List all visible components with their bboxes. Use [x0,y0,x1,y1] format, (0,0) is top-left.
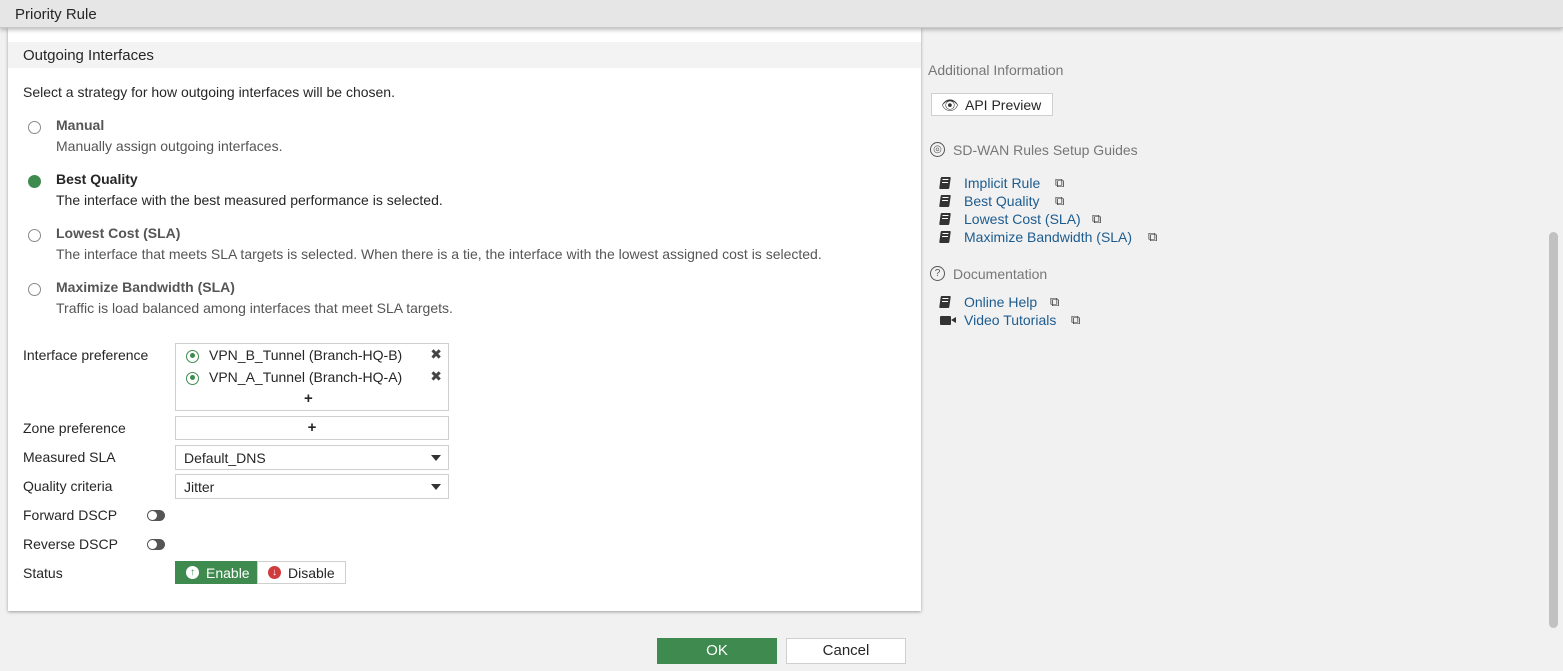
guide-link-text[interactable]: Lowest Cost (SLA) [964,211,1081,227]
cancel-button[interactable]: Cancel [786,638,906,664]
eye-icon: 👁 [941,97,959,113]
reverse-dscp-toggle[interactable] [147,539,165,550]
strategy-title: Lowest Cost (SLA) [56,225,181,241]
enable-button[interactable]: ↑ Enable [175,561,257,584]
enable-label: Enable [206,565,250,581]
disable-button[interactable]: ↓ Disable [257,561,346,584]
status-label: Status [23,565,63,581]
measured-sla-value: Default_DNS [184,450,266,466]
additional-info-heading: Additional Information [928,62,1064,78]
strategy-desc: The interface that meets SLA targets is … [56,246,822,262]
book-icon [939,195,951,207]
disable-label: Disable [288,565,335,581]
quality-criteria-value: Jitter [184,479,215,495]
video-icon [940,316,956,325]
external-link-icon[interactable]: ⧉ [1055,193,1064,209]
guide-link-text[interactable]: Implicit Rule [964,175,1040,191]
external-link-icon[interactable]: ⧉ [1092,211,1101,227]
book-icon [939,213,951,225]
chevron-down-icon [431,484,441,490]
doc-link-text[interactable]: Online Help [964,294,1037,310]
globe-icon: ◎ [930,142,945,157]
ok-button[interactable]: OK [657,638,777,664]
strategy-desc: The interface with the best measured per… [56,192,443,208]
strategy-title: Maximize Bandwidth (SLA) [56,279,235,295]
external-link-icon[interactable]: ⧉ [1055,175,1064,191]
scrollbar[interactable] [1549,232,1558,628]
external-link-icon[interactable]: ⧉ [1050,294,1059,310]
title-bar: Priority Rule [0,0,1563,28]
section-intro: Select a strategy for how outgoing inter… [23,84,395,100]
vpn-tunnel-icon [186,372,199,385]
add-zone-button[interactable]: + [308,419,317,436]
guides-heading: SD-WAN Rules Setup Guides [953,142,1138,158]
strategy-title: Best Quality [56,171,138,187]
remove-icon[interactable]: ✖ [430,346,442,363]
section-title: Outgoing Interfaces [23,47,154,64]
strategy-desc: Manually assign outgoing interfaces. [56,138,283,154]
chevron-down-icon [431,455,441,461]
quality-criteria-label: Quality criteria [23,478,113,494]
zone-preference-field[interactable]: + [175,416,449,440]
arrow-up-circle-icon: ↑ [186,566,199,579]
book-icon [939,177,951,189]
interface-name: VPN_A_Tunnel (Branch-HQ-A) [209,369,403,385]
quality-criteria-select[interactable]: Jitter [175,474,449,499]
add-interface-button[interactable]: + [304,390,313,407]
measured-sla-select[interactable]: Default_DNS [175,445,449,470]
doc-link-text[interactable]: Video Tutorials [964,312,1056,328]
api-preview-button[interactable]: 👁 API Preview [931,93,1053,116]
guide-link-text[interactable]: Maximize Bandwidth (SLA) [964,229,1132,245]
documentation-heading: Documentation [953,266,1048,282]
window-title: Priority Rule [15,6,97,23]
radio-best-quality[interactable] [28,175,41,188]
arrow-down-circle-icon: ↓ [268,566,281,579]
strategy-desc: Traffic is load balanced among interface… [56,300,453,316]
interface-preference-list[interactable]: VPN_B_Tunnel (Branch-HQ-B) ✖ VPN_A_Tunne… [175,343,449,411]
remove-icon[interactable]: ✖ [430,368,442,385]
radio-maximize-bandwidth[interactable] [28,283,41,296]
section-header: Outgoing Interfaces [8,42,921,68]
radio-lowest-cost[interactable] [28,229,41,242]
book-icon [939,231,951,243]
api-preview-label: API Preview [965,97,1042,113]
forward-dscp-toggle[interactable] [147,510,165,521]
guide-link-text[interactable]: Best Quality [964,193,1039,209]
vpn-tunnel-icon [186,350,199,363]
outgoing-interfaces-panel: Outgoing Interfaces Select a strategy fo… [8,28,921,611]
interface-item[interactable]: VPN_A_Tunnel (Branch-HQ-A) ✖ [186,368,448,387]
measured-sla-label: Measured SLA [23,449,116,465]
reverse-dscp-label: Reverse DSCP [23,536,118,552]
external-link-icon[interactable]: ⧉ [1071,312,1080,328]
interface-name: VPN_B_Tunnel (Branch-HQ-B) [209,347,403,363]
radio-manual[interactable] [28,121,41,134]
zone-preference-label: Zone preference [23,420,126,436]
book-icon [939,296,951,308]
external-link-icon[interactable]: ⧉ [1148,229,1157,245]
interface-item[interactable]: VPN_B_Tunnel (Branch-HQ-B) ✖ [186,346,448,365]
interface-preference-label: Interface preference [23,347,149,363]
strategy-title: Manual [56,117,105,133]
forward-dscp-label: Forward DSCP [23,507,118,523]
question-icon: ? [930,266,945,281]
